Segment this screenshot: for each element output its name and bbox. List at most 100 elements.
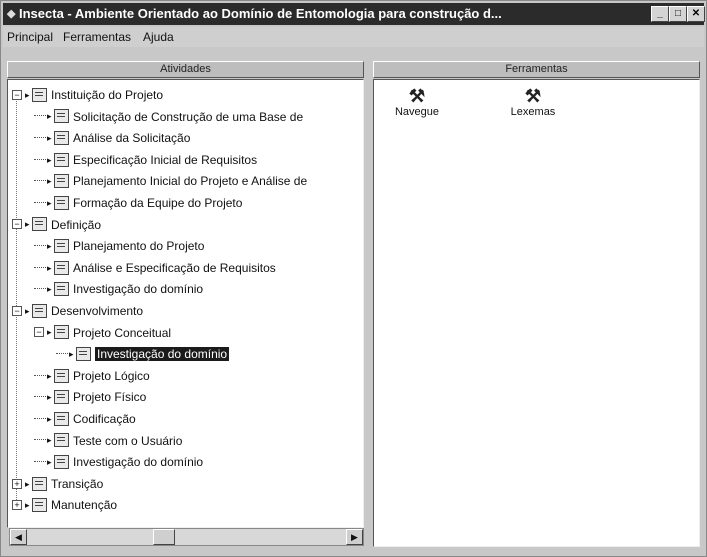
tree-node-label: Investigação do domínio [73, 455, 204, 470]
arrow-icon: ▸ [25, 219, 30, 230]
activity-icon [54, 174, 69, 189]
tree-connector [34, 158, 46, 161]
activity-icon [32, 303, 47, 318]
arrow-icon: ▸ [25, 89, 30, 100]
arrow-icon: ▸ [47, 154, 52, 165]
collapse-icon[interactable]: − [12, 305, 22, 316]
tree-node[interactable]: ▸ Projeto Físico [34, 386, 146, 406]
activity-icon [54, 282, 69, 297]
tree-connector [34, 137, 46, 139]
tree-node[interactable]: + ▸ Transição [12, 473, 103, 493]
arrow-icon: ▸ [25, 478, 30, 489]
tree-node-label: Projeto Lógico [73, 368, 150, 383]
tree-node-label: Planejamento Inicial do Projeto e Anális… [73, 174, 308, 189]
arrow-icon: ▸ [47, 435, 52, 446]
close-button[interactable]: ✕ [687, 6, 705, 22]
activity-icon [54, 325, 69, 340]
tree-node[interactable]: ▸ Planejamento Inicial do Projeto e Análi… [34, 170, 307, 190]
hammer-icon: ⚒ [408, 86, 426, 106]
collapse-icon[interactable]: − [12, 219, 22, 230]
activity-icon [32, 87, 47, 102]
tree-node[interactable]: − ▸ Desenvolvimento [12, 300, 143, 320]
minimize-button[interactable]: _ [651, 6, 669, 22]
tree-node[interactable]: ▸ Planejamento do Projeto [34, 235, 204, 255]
activities-header[interactable]: Atividades [7, 61, 364, 78]
tree-connector [34, 115, 46, 117]
tree-node[interactable]: ▸ Análise e Especificação de Requisitos [34, 257, 276, 277]
tree-connector [34, 201, 46, 204]
tree-connector [34, 439, 46, 441]
activity-icon [54, 411, 69, 426]
activity-icon [54, 455, 69, 470]
tree-node-label: Manutenção [51, 498, 118, 513]
scroll-left-button[interactable]: ◀ [10, 529, 27, 545]
tree-node-label: Análise da Solicitação [73, 131, 191, 146]
hammer-icon: ⚒ [524, 86, 542, 106]
tree-node[interactable]: ▸ Projeto Lógico [34, 365, 150, 385]
menu-principal[interactable]: Principal [7, 30, 53, 44]
arrow-icon: ▸ [47, 262, 52, 273]
main-window: ◆ Insecta - Ambiente Orientado ao Domíni… [0, 0, 707, 557]
activity-icon [54, 433, 69, 448]
tree-node-label: Solicitação de Construção de uma Base de [73, 109, 304, 124]
tree-node-label: Projeto Conceitual [73, 325, 172, 340]
tree-node[interactable]: − ▸ Definição [12, 214, 101, 234]
app-icon: ◆ [7, 8, 16, 20]
tree-node[interactable]: + ▸ Manutenção [12, 494, 117, 514]
tools-header[interactable]: Ferramentas [373, 61, 700, 78]
tree-node[interactable]: ▸ Solicitação de Construção de uma Base d… [34, 106, 303, 126]
arrow-icon: ▸ [47, 241, 52, 252]
activity-icon [76, 347, 91, 362]
activities-tree[interactable]: − ▸ Instituição do Projeto ▸ Solicitação de … [7, 79, 364, 528]
collapse-icon[interactable]: − [34, 327, 44, 338]
tree-node-label: Formação da Equipe do Projeto [73, 195, 243, 210]
tree-node-label: Análise e Especificação de Requisitos [73, 260, 276, 275]
arrow-icon: ▸ [25, 305, 30, 316]
tree-connector [34, 288, 46, 290]
title-bar[interactable]: ◆ Insecta - Ambiente Orientado ao Domíni… [3, 3, 705, 25]
tree-node[interactable]: ▸ Teste com o Usuário [34, 430, 182, 450]
tree-node[interactable]: ▸ Investigação do domínio [56, 343, 230, 363]
activity-icon [54, 368, 69, 383]
tree-node-label: Desenvolvimento [51, 303, 144, 318]
tree-connector [34, 245, 46, 247]
tree-node-label: Teste com o Usuário [73, 433, 183, 448]
tree-node-label: Codificação [73, 411, 136, 426]
tree-connector [34, 266, 46, 269]
tree-node[interactable]: ▸ Formação da Equipe do Projeto [34, 192, 242, 212]
tool-label: Navegue [394, 106, 440, 118]
maximize-button[interactable]: □ [669, 6, 687, 22]
tree-node-label: Projeto Físico [73, 390, 147, 405]
scroll-thumb[interactable] [153, 529, 175, 545]
tree-node[interactable]: ▸ Investigação do domínio [34, 278, 203, 298]
scroll-right-button[interactable]: ▶ [346, 529, 363, 545]
arrow-icon: ▸ [47, 133, 52, 144]
tool-lexemas[interactable]: ⚒ Lexemas [498, 86, 568, 118]
tool-navegue[interactable]: ⚒ Navegue [382, 86, 452, 118]
menu-ferramentas[interactable]: Ferramentas [63, 30, 131, 44]
menu-ajuda[interactable]: Ajuda [143, 30, 174, 44]
horizontal-scrollbar[interactable]: ◀ ▶ [9, 528, 364, 546]
tree-node[interactable]: ▸ Especificação Inicial de Requisitos [34, 149, 257, 169]
collapse-icon[interactable]: − [12, 89, 22, 100]
tree-node[interactable]: ▸ Análise da Solicitação [34, 127, 190, 147]
tree-node[interactable]: − ▸ Instituição do Projeto [12, 84, 163, 104]
activity-icon [32, 217, 47, 232]
tool-label: Lexemas [510, 106, 556, 118]
arrow-icon: ▸ [25, 500, 30, 511]
tree-node-label: Transição [51, 476, 104, 491]
tree-connector [56, 353, 68, 355]
tree-node[interactable]: ▸ Codificação [34, 408, 136, 428]
tree-node-label: Especificação Inicial de Requisitos [73, 152, 258, 167]
arrow-icon: ▸ [47, 284, 52, 295]
tree-connector [34, 396, 46, 398]
menu-bar: Principal Ferramentas Ajuda [3, 27, 704, 47]
expand-icon[interactable]: + [12, 478, 22, 489]
tree-connector [34, 180, 46, 182]
arrow-icon: ▸ [47, 111, 52, 122]
tree-node[interactable]: − ▸ Projeto Conceitual [34, 322, 171, 342]
tree-node[interactable]: ▸ Investigação do domínio [34, 451, 203, 471]
expand-icon[interactable]: + [12, 500, 22, 511]
tree-node-label: Planejamento do Projeto [73, 239, 205, 254]
activity-icon [54, 152, 69, 167]
